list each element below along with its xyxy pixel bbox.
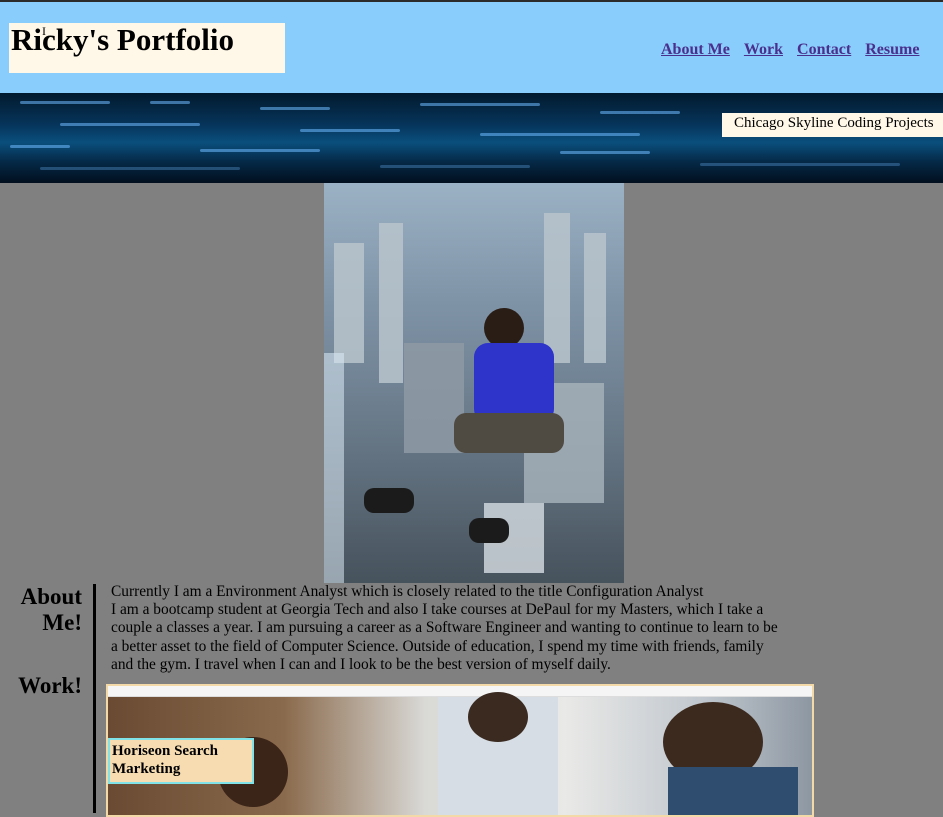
about-text: Currently I am a Environment Analyst whi…	[111, 583, 787, 674]
hero-banner	[0, 93, 943, 183]
text-cursor-icon: I	[42, 24, 46, 38]
about-line-2: I am a bootcamp student at Georgia Tech …	[111, 601, 778, 673]
section-divider	[93, 584, 96, 813]
work-heading: Work!	[18, 673, 82, 698]
work-project-title[interactable]: Horiseon Search Marketing	[108, 738, 254, 784]
profile-photo	[324, 183, 624, 583]
nav-link-work[interactable]: Work	[744, 41, 783, 59]
browser-chrome	[108, 686, 812, 697]
nav-link-about[interactable]: About Me	[661, 41, 730, 59]
nav-link-contact[interactable]: Contact	[797, 41, 851, 59]
work-project-card[interactable]: Horiseon Search Marketing	[106, 684, 814, 817]
nav-link-resume[interactable]: Resume	[865, 41, 919, 59]
about-heading: About Me!	[20, 584, 82, 636]
about-line-1: Currently I am a Environment Analyst whi…	[111, 583, 704, 600]
site-header: Ricky's Portfolio About Me Work Contact …	[0, 2, 943, 93]
marquee-box: Chicago Skyline Coding Projects	[722, 113, 943, 137]
main-nav: About Me Work Contact Resume	[661, 41, 919, 59]
marquee-text: Chicago Skyline Coding Projects	[734, 115, 934, 131]
